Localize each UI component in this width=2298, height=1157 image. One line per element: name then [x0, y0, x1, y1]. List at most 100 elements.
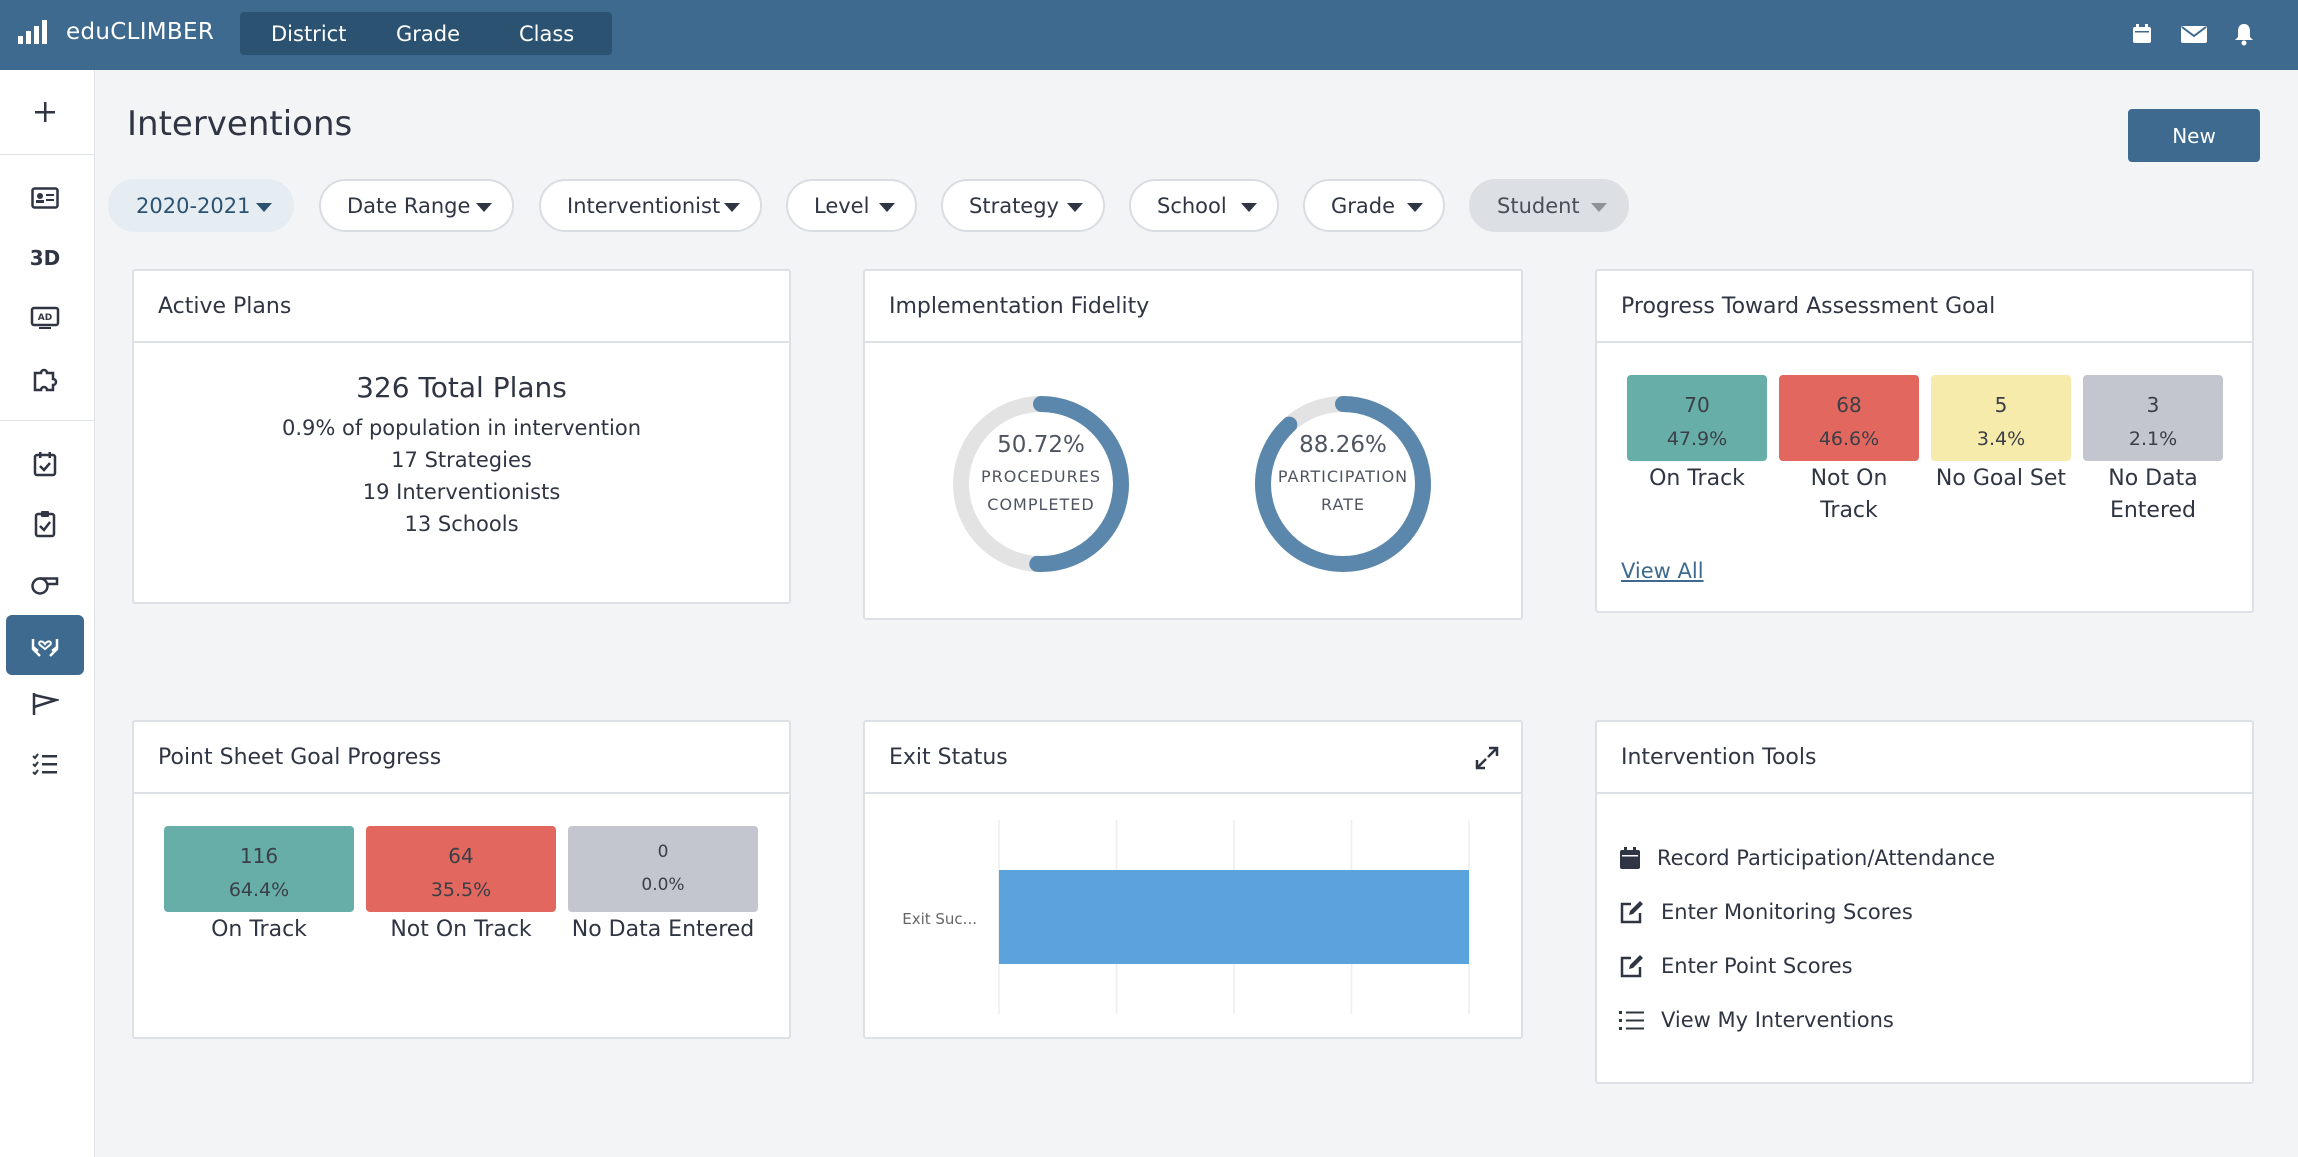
count: 116: [239, 844, 279, 868]
intervention-tools-card: Intervention Tools Record Participation/…: [1595, 720, 2254, 1084]
sidebar-item-ad-display[interactable]: AD: [6, 290, 84, 346]
tool-view-my-interventions[interactable]: View My Interventions: [1619, 1004, 1894, 1036]
puzzle-icon: [33, 368, 58, 392]
assessment-not-on-track-box[interactable]: 68 46.6%: [1779, 375, 1919, 461]
filter-school[interactable]: School: [1129, 179, 1279, 232]
sidebar-item-add[interactable]: [6, 84, 84, 140]
sidebar-item-interventions[interactable]: [6, 615, 84, 675]
filter-grade-label: Grade: [1331, 193, 1396, 218]
assessment-no-data-box[interactable]: 3 2.1%: [2083, 375, 2223, 461]
filter-year-label: 2020-2021: [136, 193, 251, 218]
assessment-on-track-box[interactable]: 70 47.9%: [1627, 375, 1767, 461]
card-title: Point Sheet Goal Progress: [158, 745, 442, 770]
sidebar: 3D AD: [0, 70, 95, 1157]
sidebar-item-student-profile[interactable]: [6, 170, 84, 226]
point-sheet-card: Point Sheet Goal Progress 116 64.4% On T…: [132, 720, 791, 1039]
caret-down-icon: [724, 203, 740, 212]
filter-level-label: Level: [814, 193, 870, 218]
strategies-stat: 17 Strategies: [391, 448, 532, 472]
sidebar-item-puzzle[interactable]: [6, 351, 84, 407]
point-on-track-label: On Track: [211, 917, 307, 942]
mail-icon[interactable]: [2180, 22, 2208, 46]
point-not-on-track-box[interactable]: 64 35.5%: [366, 826, 556, 912]
calendar-icon[interactable]: [2130, 22, 2154, 46]
sidebar-item-flag[interactable]: [6, 676, 84, 732]
top-bar: eduCLIMBER District Grade Class: [0, 0, 2298, 70]
filter-date-range[interactable]: Date Range: [319, 179, 514, 232]
filter-strategy[interactable]: Strategy: [941, 179, 1105, 232]
brand-name[interactable]: eduCLIMBER: [66, 19, 214, 45]
tool-label: View My Interventions: [1661, 1008, 1894, 1032]
scope-tab-class[interactable]: Class: [519, 22, 574, 46]
filter-date-range-label: Date Range: [347, 193, 471, 218]
exit-status-chart: Exit Suc...: [902, 820, 1470, 1014]
schools-stat: 13 Schools: [404, 512, 519, 536]
filter-grade[interactable]: Grade: [1303, 179, 1445, 232]
logo-icon[interactable]: [18, 20, 48, 44]
count: 5: [1994, 393, 2008, 417]
sidebar-item-3d[interactable]: 3D: [6, 230, 84, 286]
point-no-data-box[interactable]: 0 0.0%: [568, 826, 758, 912]
bell-icon[interactable]: [2232, 22, 2256, 46]
percent: 64.4%: [228, 879, 290, 901]
percent: 35.5%: [430, 879, 492, 901]
percent: 3.4%: [1976, 428, 2026, 450]
card-title: Active Plans: [158, 294, 292, 319]
sidebar-item-clipboard[interactable]: [6, 496, 84, 552]
tool-label: Enter Point Scores: [1661, 954, 1853, 978]
filter-interventionist[interactable]: Interventionist: [539, 179, 762, 232]
assessment-no-goal-box[interactable]: 5 3.4%: [1931, 375, 2071, 461]
edit-icon: [1620, 955, 1643, 978]
bar-exit-success[interactable]: [999, 870, 1469, 964]
filter-student-label: Student: [1497, 193, 1580, 218]
filter-year[interactable]: 2020-2021: [108, 179, 294, 232]
total-plans: 326 Total Plans: [356, 371, 567, 404]
implementation-fidelity-card: Implementation Fidelity 50.72% PROCEDURE…: [863, 269, 1523, 620]
page-title: Interventions: [127, 104, 353, 144]
tool-record-participation[interactable]: Record Participation/Attendance: [1619, 842, 1995, 874]
scope-tab-grade[interactable]: Grade: [396, 22, 460, 46]
caret-down-icon: [476, 203, 492, 212]
point-not-on-track-label: Not On Track: [390, 917, 532, 942]
caret-down-icon: [1067, 203, 1083, 212]
calendar-check-icon: [33, 452, 57, 477]
hands-heart-icon: [31, 639, 59, 657]
card-title: Implementation Fidelity: [889, 294, 1150, 319]
exit-status-card: Exit Status Exit Suc...: [863, 720, 1523, 1039]
count: 0: [657, 842, 669, 862]
whistle-icon: [31, 577, 59, 595]
tool-enter-monitoring-scores[interactable]: Enter Monitoring Scores: [1619, 896, 1913, 928]
filter-strategy-label: Strategy: [969, 193, 1059, 218]
tool-label: Enter Monitoring Scores: [1661, 900, 1913, 924]
tool-label: Record Participation/Attendance: [1657, 846, 1996, 870]
category-label: Exit Suc...: [902, 910, 977, 928]
caret-down-icon: [1591, 203, 1607, 212]
new-button[interactable]: New: [2128, 109, 2260, 162]
expand-icon[interactable]: [1475, 746, 1499, 770]
view-all-link[interactable]: View All: [1621, 559, 1704, 583]
list-icon: [1619, 1011, 1644, 1030]
percent: 0.0%: [641, 875, 685, 895]
sidebar-item-checklist[interactable]: [6, 736, 84, 792]
card-title: Progress Toward Assessment Goal: [1621, 294, 1996, 319]
filter-school-label: School: [1157, 193, 1227, 218]
procedures-pct: 50.72%: [997, 432, 1085, 458]
scope-tab-district[interactable]: District: [271, 22, 346, 46]
interventionists-stat: 19 Interventionists: [362, 480, 561, 504]
participation-label-1: PARTICIPATION: [1277, 467, 1409, 486]
active-plans-card: Active Plans 326 Total Plans 0.9% of pop…: [132, 269, 791, 604]
assessment-on-track-label: On Track: [1649, 466, 1745, 491]
count: 3: [2146, 393, 2160, 417]
assessment-no-data-label: No Data Entered: [2108, 466, 2198, 523]
count: 70: [1684, 393, 1710, 417]
point-no-data-label: No Data Entered: [571, 917, 755, 942]
sidebar-item-whistle[interactable]: [6, 556, 84, 612]
tool-enter-point-scores[interactable]: Enter Point Scores: [1619, 950, 1853, 982]
point-on-track-box[interactable]: 116 64.4%: [164, 826, 354, 912]
sidebar-item-calendar[interactable]: [6, 436, 84, 492]
edit-icon: [1620, 901, 1643, 924]
filter-student: Student: [1469, 179, 1629, 232]
filter-level[interactable]: Level: [786, 179, 917, 232]
checklist-icon: [32, 753, 57, 775]
count: 68: [1836, 393, 1862, 417]
